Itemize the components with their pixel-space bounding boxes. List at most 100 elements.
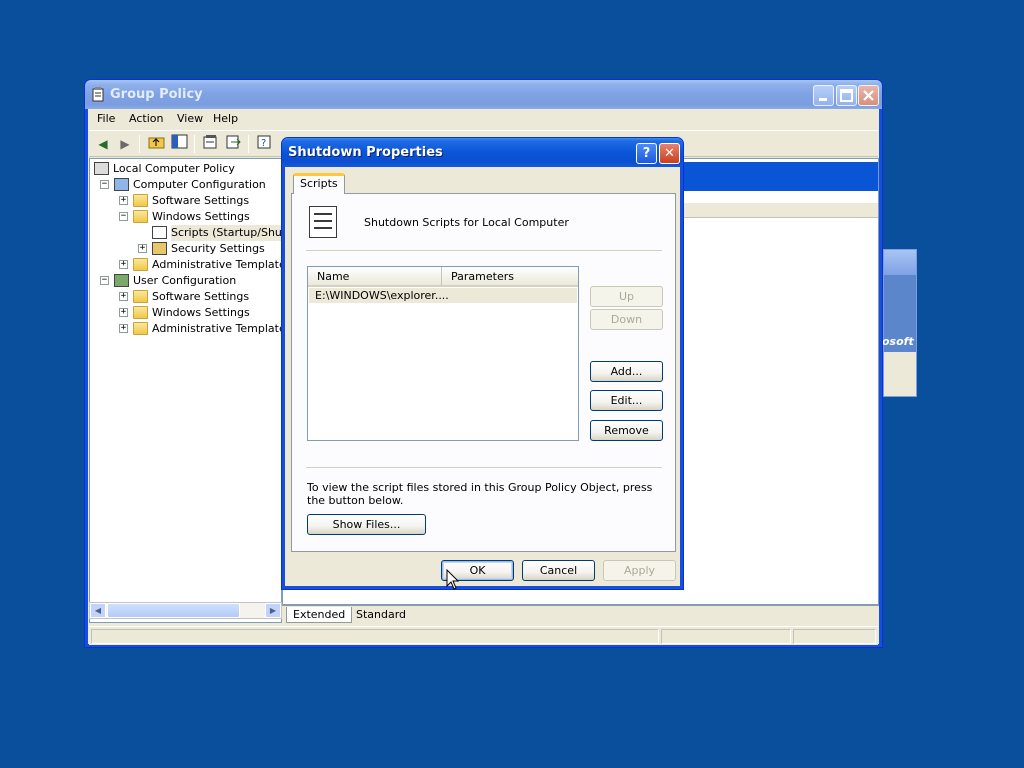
background-window-banner: osoft bbox=[882, 275, 916, 352]
tree-item-label: Windows Settings bbox=[152, 210, 250, 223]
tree-horizontal-scrollbar[interactable]: ◀ ▶ bbox=[89, 602, 282, 619]
info-text-line2: the button below. bbox=[307, 494, 404, 507]
console-tree[interactable]: Local Computer Policy − Computer Configura… bbox=[89, 158, 282, 623]
tab-extended[interactable]: Extended bbox=[286, 607, 353, 623]
desktop: { "gp": { "title": "Group Policy", "menu… bbox=[0, 0, 1024, 768]
tree-item[interactable]: Scripts (Startup/Shutdown) bbox=[90, 225, 281, 241]
tree-item[interactable]: + Windows Settings bbox=[90, 305, 281, 321]
tree-item[interactable]: + Administrative Templates bbox=[90, 257, 282, 273]
minimize-button[interactable] bbox=[813, 85, 834, 106]
divider bbox=[306, 467, 662, 469]
folder-icon bbox=[133, 306, 148, 319]
scroll-left-button[interactable]: ◀ bbox=[90, 603, 106, 618]
scroll-left-icon: ◀ bbox=[94, 606, 102, 615]
scripts-list[interactable]: Name Parameters E:\WINDOWS\explorer.... bbox=[307, 266, 579, 441]
menu-help[interactable]: Help bbox=[213, 112, 238, 125]
expand-icon[interactable]: + bbox=[119, 196, 128, 205]
remove-button[interactable]: Remove bbox=[590, 420, 663, 441]
expand-icon[interactable]: + bbox=[119, 308, 128, 317]
properties-icon bbox=[203, 135, 217, 149]
tree-item[interactable]: + Software Settings bbox=[90, 289, 281, 305]
column-header-parameters[interactable]: Parameters bbox=[442, 267, 578, 287]
menu-action[interactable]: Action bbox=[129, 112, 163, 125]
folder-icon bbox=[133, 258, 148, 271]
forward-button[interactable]: ▶ bbox=[115, 134, 135, 154]
scroll-right-icon: ▶ bbox=[269, 606, 277, 615]
scripts-heading: Shutdown Scripts for Local Computer bbox=[364, 216, 569, 229]
export-list-icon bbox=[226, 135, 241, 149]
folder-icon bbox=[133, 210, 148, 223]
help-icon: ? bbox=[642, 146, 651, 161]
menu-file[interactable]: File bbox=[97, 112, 115, 125]
background-window-titlebar bbox=[884, 250, 916, 275]
toolbar-separator bbox=[248, 135, 249, 153]
back-arrow-icon: ◀ bbox=[98, 137, 108, 151]
up-button[interactable]: Up bbox=[590, 286, 663, 307]
tree-item[interactable]: + Software Settings bbox=[90, 193, 281, 209]
scroll-right-button[interactable]: ▶ bbox=[265, 603, 281, 618]
maximize-button[interactable] bbox=[836, 85, 857, 106]
script-icon bbox=[152, 226, 167, 239]
expand-icon[interactable]: + bbox=[138, 244, 147, 253]
tree-item[interactable]: − Windows Settings bbox=[90, 209, 281, 225]
column-header-name[interactable]: Name bbox=[308, 267, 442, 287]
user-icon bbox=[114, 274, 129, 287]
dialog-close-button[interactable]: ✕ bbox=[659, 143, 680, 164]
dialog-help-button[interactable]: ? bbox=[636, 143, 657, 164]
mouse-cursor-icon bbox=[446, 569, 460, 590]
minimize-icon bbox=[819, 98, 827, 101]
show-files-button[interactable]: Show Files... bbox=[307, 514, 426, 535]
tree-item[interactable]: + Administrative Templates bbox=[90, 321, 282, 337]
edit-button[interactable]: Edit... bbox=[590, 390, 663, 411]
folder-icon bbox=[133, 194, 148, 207]
collapse-icon[interactable]: − bbox=[100, 180, 109, 189]
expand-icon[interactable]: + bbox=[119, 292, 128, 301]
export-list-button[interactable] bbox=[224, 134, 244, 154]
background-window: osoft bbox=[882, 249, 917, 397]
help-toolbar-button[interactable]: ? bbox=[255, 134, 275, 154]
group-policy-titlebar[interactable]: Group Policy bbox=[85, 80, 882, 109]
dialog-body: Scripts Shutdown Scripts for Local Compu… bbox=[285, 167, 680, 586]
group-policy-app-icon bbox=[92, 87, 104, 102]
menu-view[interactable]: View bbox=[177, 112, 203, 125]
svg-text:?: ? bbox=[261, 138, 266, 149]
script-file-icon bbox=[309, 206, 337, 238]
toolbar-separator bbox=[194, 135, 195, 153]
tree-item-label: Security Settings bbox=[171, 242, 265, 255]
tree-item-label: Administrative Templates bbox=[152, 322, 282, 335]
console-tree-icon bbox=[171, 134, 188, 149]
tab-standard[interactable]: Standard bbox=[350, 607, 412, 623]
show-hide-tree-button[interactable] bbox=[170, 134, 190, 154]
add-button[interactable]: Add... bbox=[590, 361, 663, 382]
tree-item[interactable]: + Security Settings bbox=[90, 241, 281, 257]
collapse-icon[interactable]: − bbox=[100, 276, 109, 285]
scroll-thumb[interactable] bbox=[107, 603, 240, 618]
properties-button[interactable] bbox=[201, 134, 221, 154]
status-bar bbox=[89, 626, 878, 645]
dialog-titlebar[interactable]: Shutdown Properties ? ✕ bbox=[282, 138, 683, 167]
tab-scripts[interactable]: Scripts bbox=[293, 173, 345, 194]
help-book-icon: ? bbox=[257, 135, 271, 149]
down-button[interactable]: Down bbox=[590, 309, 663, 330]
scripts-tab-panel: Shutdown Scripts for Local Computer Name… bbox=[291, 193, 676, 552]
close-icon: ✕ bbox=[664, 146, 675, 161]
view-tabs: Extended Standard bbox=[282, 605, 879, 624]
up-one-level-button[interactable] bbox=[147, 134, 167, 154]
tree-item[interactable]: − Computer Configuration bbox=[90, 177, 281, 193]
tree-item-label: Software Settings bbox=[152, 290, 250, 303]
background-window-banner-text: osoft bbox=[882, 335, 914, 348]
list-item[interactable]: E:\WINDOWS\explorer.... bbox=[309, 288, 577, 303]
collapse-icon[interactable]: − bbox=[119, 212, 128, 221]
tree-item[interactable]: Local Computer Policy bbox=[90, 161, 281, 177]
tree-item-label: Administrative Templates bbox=[152, 258, 282, 271]
expand-icon[interactable]: + bbox=[119, 324, 128, 333]
expand-icon[interactable]: + bbox=[119, 260, 128, 269]
apply-button[interactable]: Apply bbox=[603, 560, 676, 581]
tree-item[interactable]: − User Configuration bbox=[90, 273, 281, 289]
close-button[interactable] bbox=[858, 85, 879, 106]
cancel-button[interactable]: Cancel bbox=[522, 560, 595, 581]
menu-bar: File Action View Help bbox=[89, 109, 878, 129]
script-name-cell: E:\WINDOWS\explorer.... bbox=[315, 289, 449, 302]
back-button[interactable]: ◀ bbox=[93, 134, 113, 154]
tree-item-label: Scripts (Startup/Shutdown) bbox=[171, 225, 281, 241]
